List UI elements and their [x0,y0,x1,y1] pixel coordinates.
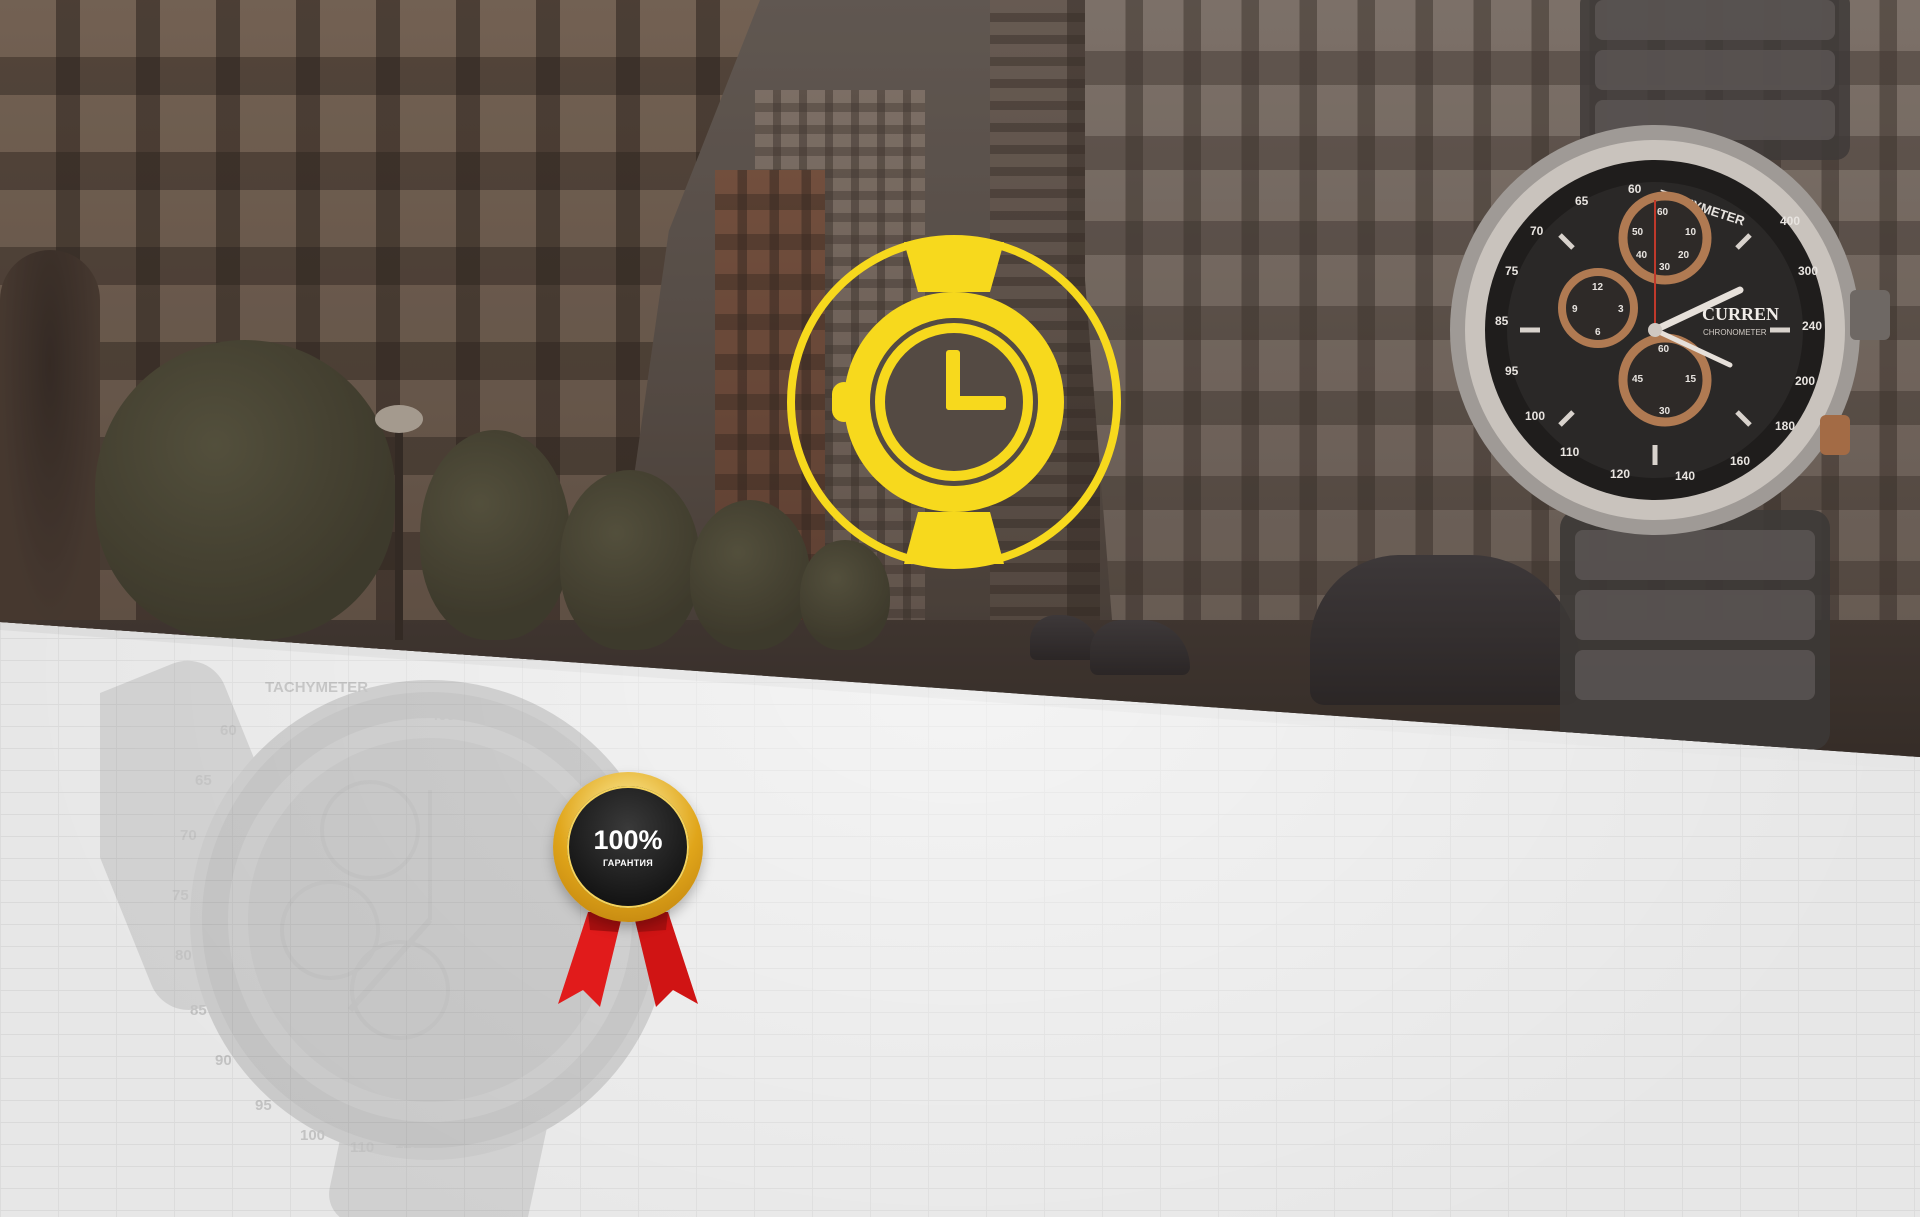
bezel-number: 300 [1798,264,1818,278]
ghost-bezel-number: 65 [195,772,212,789]
ghost-bezel-number: 85 [190,1002,207,1019]
bezel-number: 400 [1780,214,1800,228]
bezel-number: 240 [1802,319,1822,333]
subdial-number: 45 [1632,374,1644,385]
watch-model-text: CHRONOMETER [1703,328,1767,337]
subdial-number: 40 [1636,250,1648,261]
badge-percent-text: 100% [593,824,663,855]
ghost-bezel-number: 60 [220,722,237,739]
subdial-number: 3 [1618,304,1624,315]
landing-page: TACHYMETER 60 400 65 70 75 80 85 90 95 1… [0,0,1920,1217]
ghost-bezel-number: 400 [430,707,455,724]
ghost-bezel-number: 70 [180,827,197,844]
bezel-number: 120 [1610,467,1630,481]
bezel-number: 110 [1560,445,1580,459]
subdial-number: 6 [1595,327,1601,338]
bezel-number: 85 [1495,314,1509,328]
ghost-bezel-number: 75 [172,887,189,904]
subdial-number: 30 [1659,406,1671,417]
ghost-bezel-number: 95 [255,1097,272,1114]
bezel-number: 100 [1525,409,1545,423]
ghost-bezel-number: 110 [350,1139,374,1156]
ghost-bezel-text: TACHYMETER [265,679,368,696]
ghost-bezel-number: 90 [215,1052,232,1069]
ghost-bezel-number: 80 [175,947,192,964]
ghost-bezel-number: 120 [395,1135,420,1152]
badge-caption-text: ГАРАНТИЯ [602,857,654,868]
subdial-number: 12 [1592,282,1604,293]
bezel-number: 140 [1675,469,1695,483]
bezel-number: 60 [1628,182,1642,196]
subdial-number: 30 [1659,262,1671,273]
subdial-number: 10 [1685,227,1697,238]
subdial-number: 15 [1685,374,1697,385]
bezel-number: 95 [1505,364,1519,378]
badge-center: 100% ГАРАНТИЯ [567,786,689,908]
subdial-number: 9 [1572,304,1578,315]
guarantee-badge: 100% ГАРАНТИЯ [538,772,718,1032]
subdial-number: 20 [1678,250,1690,261]
hero-watch-image: TACHYMETER 60 65 70 75 85 95 100 110 120… [1450,0,1890,750]
ghost-bezel-number: 100 [300,1127,325,1144]
bezel-number: 75 [1505,264,1519,278]
watch-brand-text: CURREN [1702,304,1779,324]
bezel-number: 160 [1730,454,1750,468]
wristwatch-clock-icon [787,235,1121,569]
subdial-number: 50 [1632,227,1644,238]
badge-gold-seal: 100% ГАРАНТИЯ [553,772,703,922]
bezel-number: 70 [1530,224,1544,238]
bezel-number: 200 [1795,374,1815,388]
subdial-number: 60 [1658,344,1670,355]
bezel-number: 180 [1775,419,1795,433]
badge-ribbon [558,912,698,1007]
subdial-number: 60 [1657,207,1669,218]
bezel-number: 65 [1575,194,1589,208]
